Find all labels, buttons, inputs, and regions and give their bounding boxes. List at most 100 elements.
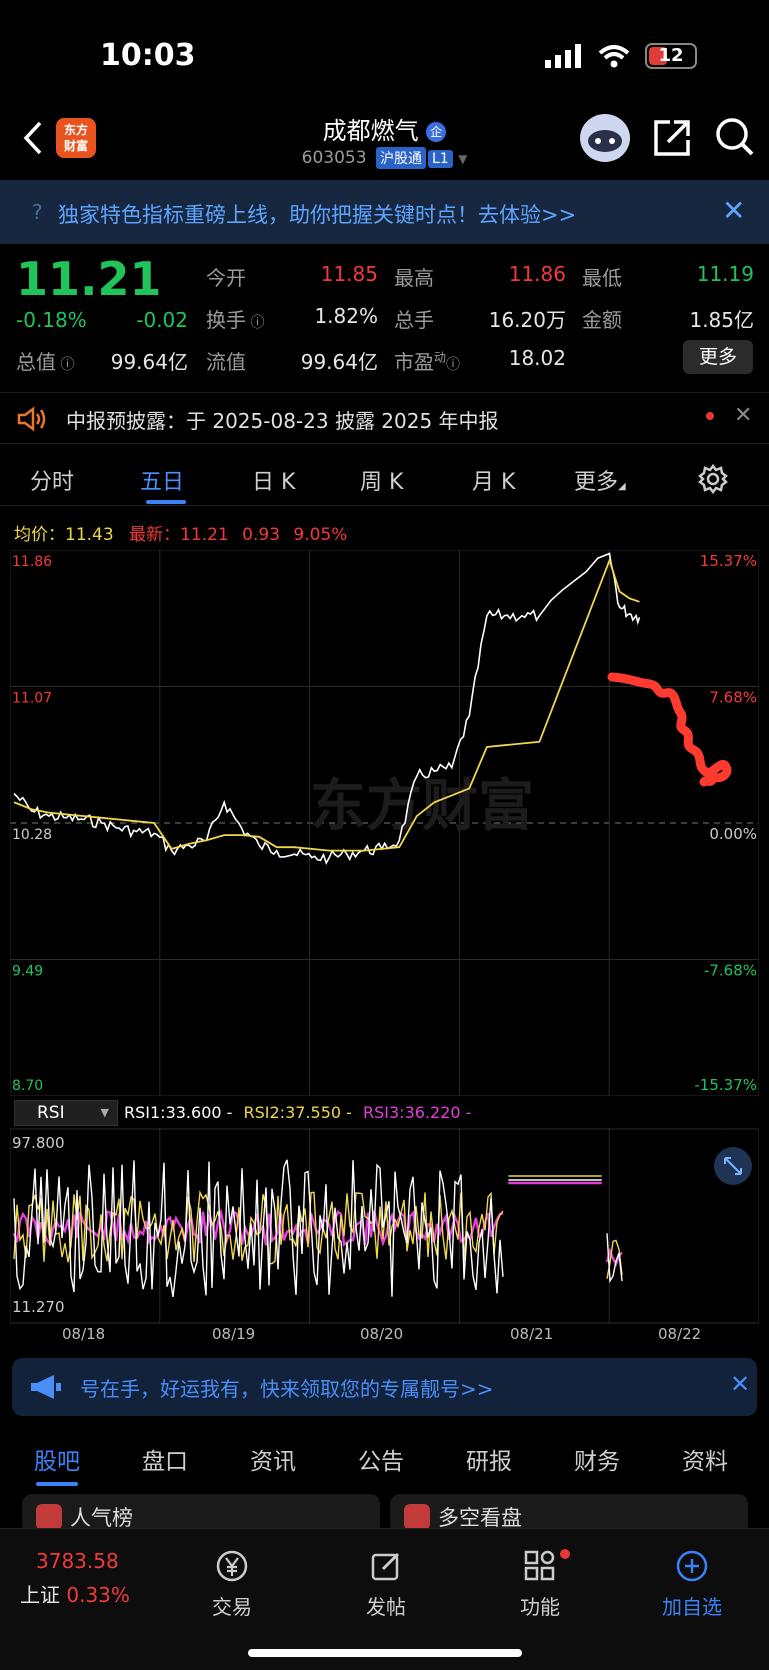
low-label: 最低 bbox=[582, 266, 622, 290]
tab-forum[interactable]: 股吧 bbox=[34, 1442, 80, 1476]
fullscreen-button[interactable] bbox=[714, 1147, 752, 1185]
rsi-max-label: 97.800 bbox=[12, 1134, 65, 1152]
latest-change: 0.93 bbox=[242, 525, 281, 545]
date-label: 08/20 bbox=[360, 1325, 404, 1343]
avg-price: 11.43 bbox=[65, 525, 114, 545]
y-tick-label: 9.49 bbox=[12, 964, 43, 980]
ad-banner[interactable]: 号在手，好运我有，快来领取您的专属靓号>> ✕ bbox=[12, 1358, 757, 1416]
add-circle-icon bbox=[676, 1550, 708, 1582]
close-icon[interactable]: ✕ bbox=[722, 194, 745, 227]
y-tick-pct-label: -7.68% bbox=[704, 962, 757, 980]
tab-announcements[interactable]: 公告 bbox=[358, 1442, 404, 1476]
hk-connect-badge: 沪股通 bbox=[375, 147, 426, 169]
low-value: 11.19 bbox=[696, 262, 754, 286]
promo-banner[interactable]: ? 独家特色指标重磅上线，助你把握关键时点！去体验>> ✕ bbox=[0, 180, 769, 244]
quote-panel: 11.21 -0.18% -0.02 今开 11.85 最高 11.86 最低 … bbox=[0, 248, 769, 388]
y-tick-label: 11.07 bbox=[12, 691, 52, 707]
stock-code: 603053 bbox=[301, 148, 367, 168]
tab-order-book[interactable]: 盘口 bbox=[142, 1442, 188, 1476]
tab-monthly-k[interactable]: 月 K bbox=[472, 464, 515, 496]
high-value: 11.86 bbox=[508, 262, 566, 286]
forum-cards: 人气榜 多空看盘 bbox=[0, 1494, 769, 1534]
signal-icon bbox=[545, 44, 581, 68]
tab-intraday[interactable]: 分时 bbox=[30, 464, 74, 496]
back-arrow-icon[interactable] bbox=[20, 120, 46, 156]
y-tick-label: 10.28 bbox=[12, 827, 52, 843]
settings-gear-icon[interactable] bbox=[698, 464, 728, 494]
y-tick-pct-label: 7.68% bbox=[709, 689, 757, 707]
close-icon[interactable]: ✕ bbox=[730, 1370, 750, 1398]
y-tick-label: 8.70 bbox=[12, 1078, 43, 1094]
share-icon[interactable] bbox=[652, 118, 692, 158]
price-summary-row: 均价：11.43 最新：11.21 0.93 9.05% bbox=[14, 525, 348, 545]
tab-weekly-k[interactable]: 周 K bbox=[360, 464, 403, 496]
open-value: 11.85 bbox=[320, 262, 378, 286]
rsi1-value: RSI1:33.600 - bbox=[124, 1103, 233, 1122]
turnover-label[interactable]: 换手 ⓘ bbox=[206, 304, 264, 333]
date-label: 08/18 bbox=[62, 1325, 106, 1343]
indicator-select[interactable]: RSI ▼ bbox=[14, 1100, 118, 1126]
index-ticker[interactable]: 3783.58 上证 0.33% bbox=[20, 1549, 160, 1608]
yen-coin-icon bbox=[216, 1550, 248, 1582]
clock: 10:03 bbox=[100, 38, 196, 73]
pe-value: 18.02 bbox=[508, 346, 566, 370]
y-tick-label: 11.86 bbox=[12, 554, 52, 570]
index-value: 3783.58 bbox=[36, 1549, 119, 1573]
watermark: 东方财富 bbox=[310, 774, 534, 839]
ad-text[interactable]: 号在手，好运我有，快来领取您的专属靓号>> bbox=[80, 1373, 494, 1402]
tab-underline bbox=[146, 500, 186, 504]
tab-five-day[interactable]: 五日 bbox=[140, 464, 184, 496]
chevron-down-icon: ▼ bbox=[458, 152, 468, 166]
battery-indicator: 12 bbox=[645, 43, 697, 69]
pe-label[interactable]: 市盈动ⓘ bbox=[394, 346, 460, 375]
nav-functions[interactable]: 功能 bbox=[490, 1549, 590, 1620]
app-logo: 东方 财富 bbox=[56, 118, 96, 158]
home-indicator bbox=[248, 1649, 522, 1657]
nav-trade[interactable]: 交易 bbox=[182, 1549, 282, 1620]
open-label: 今开 bbox=[206, 266, 246, 290]
amount-value: 1.85亿 bbox=[689, 308, 754, 332]
search-icon[interactable] bbox=[714, 116, 756, 158]
nav-post[interactable]: 发帖 bbox=[336, 1549, 436, 1620]
tab-news[interactable]: 资讯 bbox=[250, 1442, 296, 1476]
change-percent: -0.18% bbox=[16, 308, 87, 332]
long-short-icon bbox=[404, 1504, 430, 1530]
more-button[interactable]: 更多 bbox=[683, 340, 753, 374]
tab-financials[interactable]: 财务 bbox=[574, 1442, 620, 1476]
rsi-values: RSI1:33.600 - RSI2:37.550 - RSI3:36.220 … bbox=[124, 1103, 471, 1122]
change-value: -0.02 bbox=[136, 308, 188, 332]
notice-text[interactable]: 中报预披露：于 2025-08-23 披露 2025 年中报 bbox=[66, 405, 499, 434]
high-label: 最高 bbox=[394, 266, 434, 290]
tab-more[interactable]: 更多◢ bbox=[574, 464, 626, 496]
float-cap-label: 流值 bbox=[206, 350, 246, 374]
float-cap-value: 99.64亿 bbox=[300, 350, 378, 374]
date-label: 08/19 bbox=[212, 1325, 256, 1343]
date-label: 08/21 bbox=[510, 1325, 554, 1343]
notice-bar[interactable]: 中报预披露：于 2025-08-23 披露 2025 年中报 ✕ bbox=[0, 392, 769, 444]
nav-add-watchlist[interactable]: 加自选 bbox=[642, 1549, 742, 1620]
bottom-navigation: 3783.58 上证 0.33% 交易 发帖 功能 加自选 bbox=[0, 1528, 769, 1670]
tab-daily-k[interactable]: 日 K bbox=[252, 464, 295, 496]
robot-assistant-icon[interactable] bbox=[578, 112, 632, 164]
current-price: 11.21 bbox=[16, 252, 162, 306]
latest-price: 11.21 bbox=[180, 525, 229, 545]
rsi3-value: RSI3:36.220 - bbox=[363, 1103, 472, 1122]
market-cap-value: 99.64亿 bbox=[110, 350, 188, 374]
tab-profile[interactable]: 资料 bbox=[682, 1442, 728, 1476]
y-tick-pct-label: -15.37% bbox=[694, 1076, 757, 1094]
close-icon[interactable]: ✕ bbox=[734, 403, 752, 428]
tab-research[interactable]: 研报 bbox=[466, 1442, 512, 1476]
market-cap-label[interactable]: 总值 ⓘ bbox=[16, 346, 74, 375]
five-day-price-chart[interactable]: 东方财富 11.86 11.07 10.28 9.49 8.70 15.37% 7.68% 0… bbox=[10, 550, 759, 1096]
latest-change-pct: 9.05% bbox=[293, 525, 348, 545]
rsi2-value: RSI2:37.550 - bbox=[243, 1103, 352, 1122]
banner-text[interactable]: 独家特色指标重磅上线，助你把握关键时点！去体验>> bbox=[58, 199, 576, 229]
rsi-chart[interactable]: 97.800 11.270 bbox=[10, 1128, 759, 1324]
wifi-icon bbox=[598, 45, 630, 68]
level-badge: L1 bbox=[427, 150, 453, 168]
date-axis: 08/18 08/19 08/20 08/21 08/22 bbox=[0, 1325, 769, 1345]
volume-label: 总手 bbox=[394, 308, 434, 332]
chart-tabs: 分时 五日 日 K 周 K 月 K 更多◢ bbox=[0, 452, 769, 506]
popularity-icon bbox=[36, 1504, 62, 1530]
y-tick-pct-label: 15.37% bbox=[700, 552, 757, 570]
